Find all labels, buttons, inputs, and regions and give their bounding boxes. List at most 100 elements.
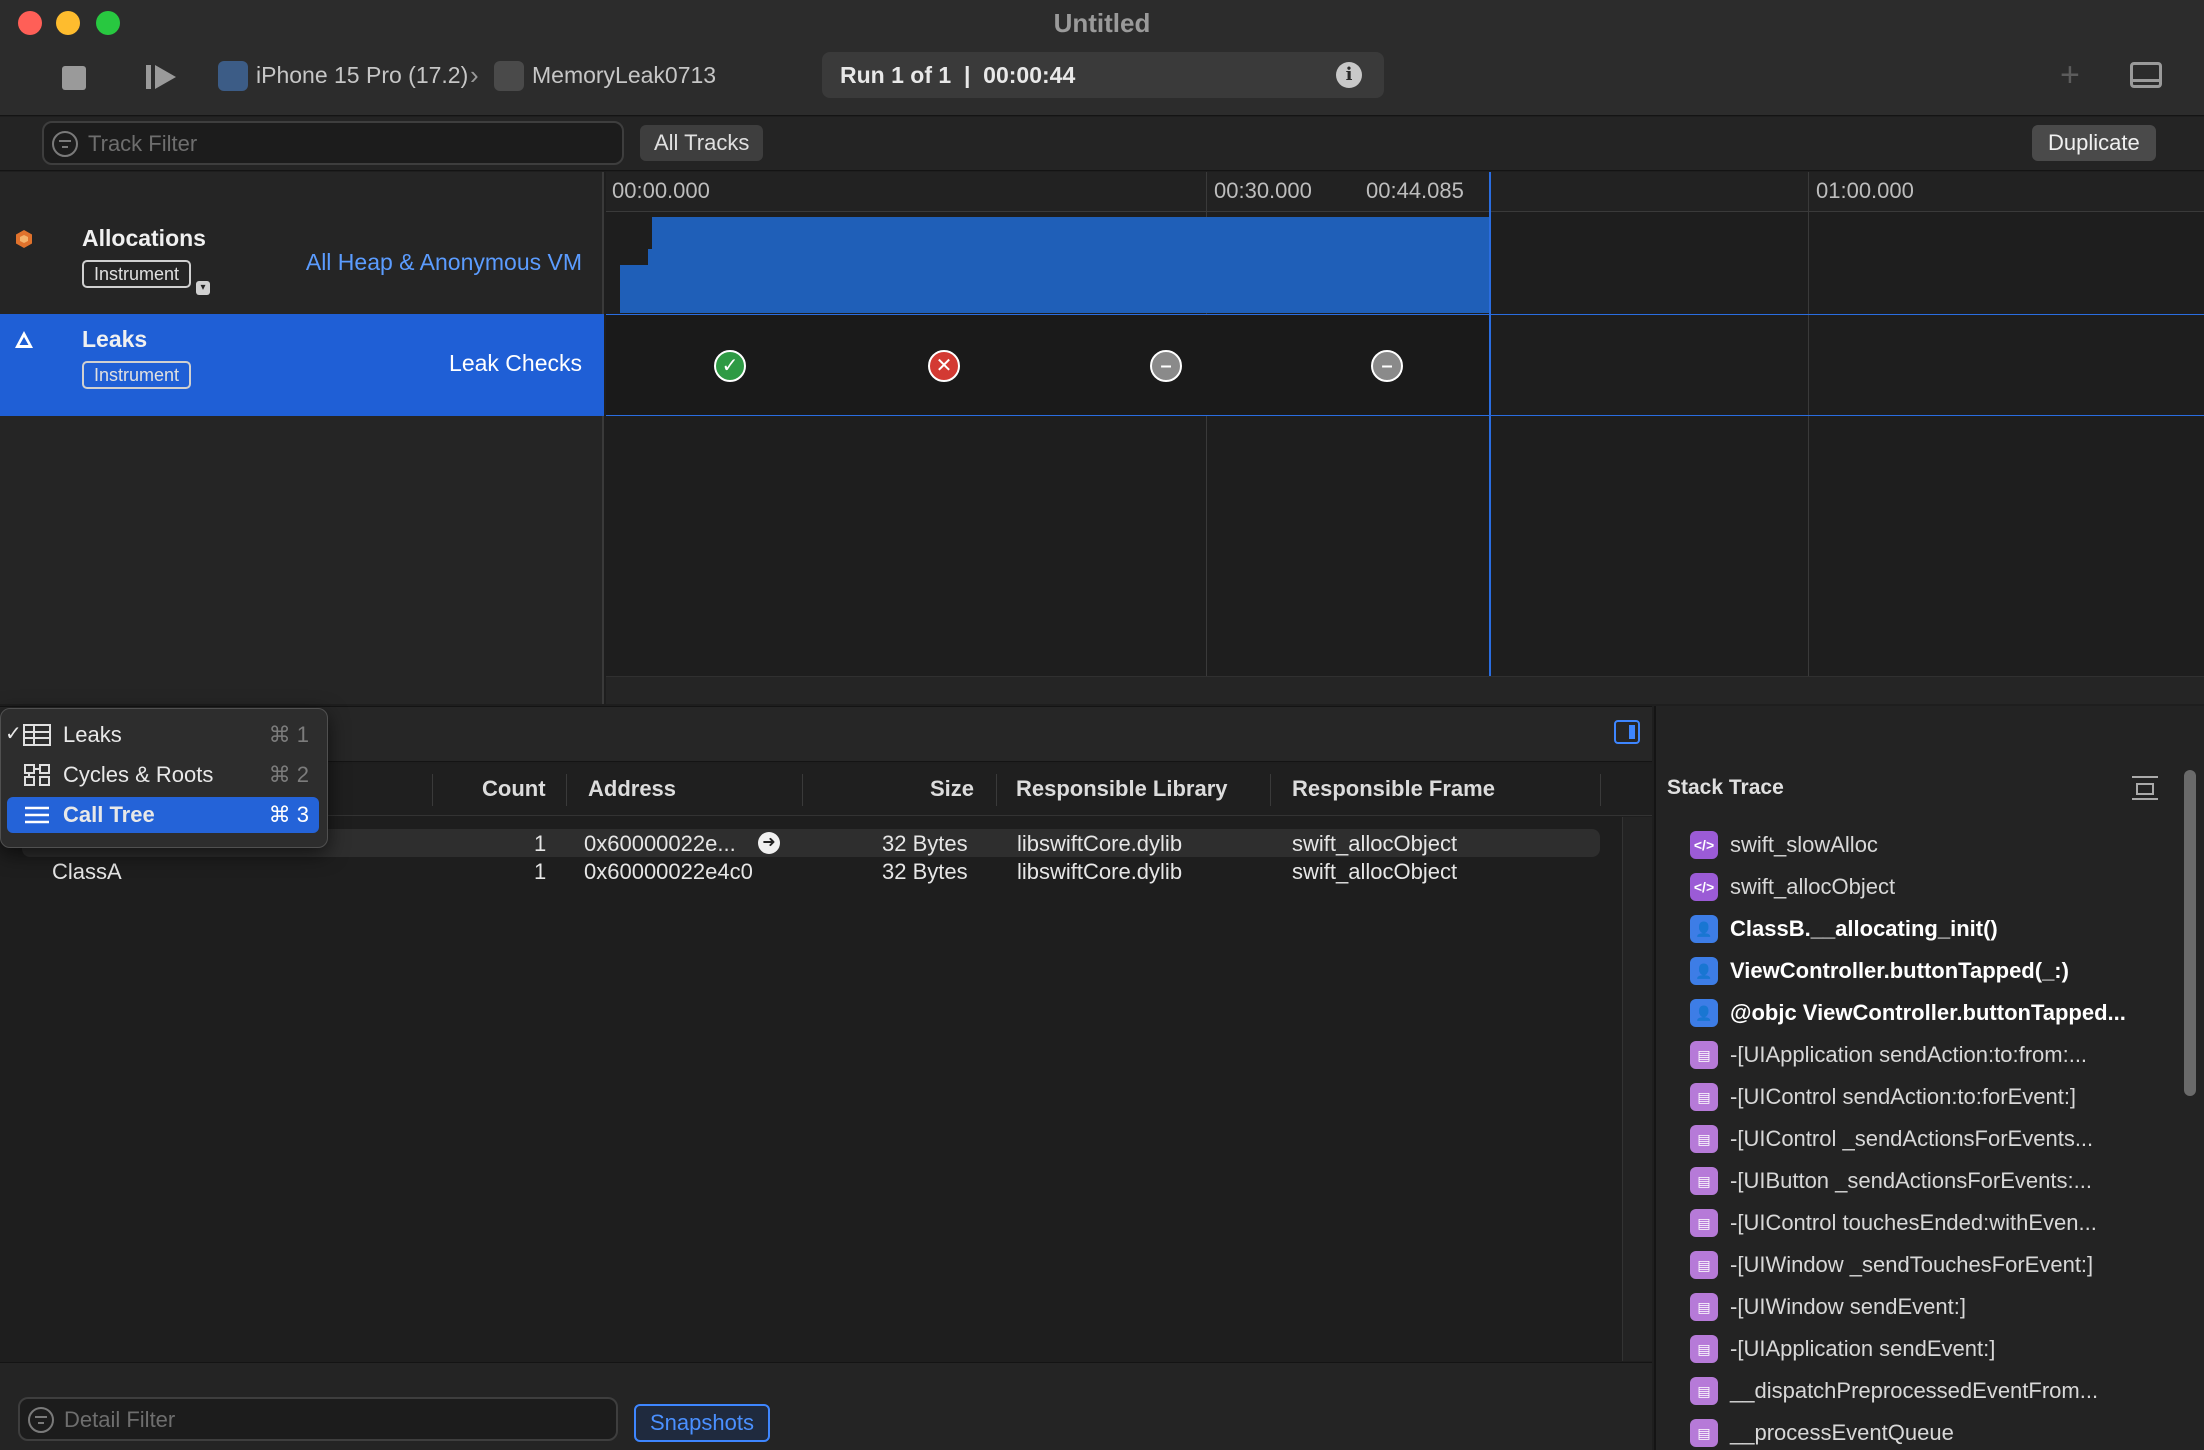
- toggle-detail-panel-icon[interactable]: [2130, 62, 2162, 88]
- table-row[interactable]: ClassA 1 0x60000022e4c0 32 Bytes libswif…: [22, 857, 1600, 885]
- leak-check-leak-icon[interactable]: ✕: [928, 350, 960, 382]
- stop-recording-button[interactable]: [62, 66, 86, 90]
- track-detail-selector[interactable]: Leak Checks: [449, 350, 582, 377]
- record-play-button[interactable]: [146, 62, 178, 92]
- stack-frame[interactable]: 👤 @objc ViewController.buttonTapped...: [1690, 998, 2150, 1028]
- instrument-tag[interactable]: Instrument: [82, 361, 192, 389]
- cell-library: libswiftCore.dylib: [1017, 859, 1183, 884]
- leak-check-none-icon[interactable]: –: [1150, 350, 1182, 382]
- stack-frame[interactable]: ▤ __dispatchPreprocessedEventFrom...: [1690, 1376, 2150, 1406]
- track-filter-input[interactable]: [88, 129, 551, 159]
- cell-size: 32 Bytes: [882, 831, 968, 856]
- stack-frame-label: swift_slowAlloc: [1730, 832, 1878, 857]
- breadcrumb-chevron-icon: ›: [470, 60, 479, 90]
- timeline-scrollbar[interactable]: [606, 676, 2204, 704]
- user-code-icon: 👤: [1690, 915, 1718, 943]
- stack-frame-label: -[UIControl sendAction:to:forEvent:]: [1730, 1084, 2077, 1109]
- leak-check-none-icon[interactable]: –: [1371, 350, 1403, 382]
- ruler-tick: 00:00.000: [612, 178, 710, 203]
- stack-frame[interactable]: ▤ __processEventQueue: [1690, 1418, 2150, 1448]
- stack-frame-label: ViewController.buttonTapped(_:): [1730, 958, 2069, 983]
- menu-item-label: Cycles & Roots: [63, 762, 214, 787]
- column-header-size[interactable]: Size: [930, 776, 974, 802]
- cell-library: libswiftCore.dylib: [1017, 831, 1183, 856]
- detail-filter-input[interactable]: [64, 1405, 541, 1435]
- gridline: [1808, 172, 1809, 704]
- inspector-toggle-icon[interactable]: [1614, 720, 1640, 744]
- code-icon: </>: [1690, 873, 1718, 901]
- menu-item-shortcut: ⌘ 1: [268, 722, 309, 747]
- all-tracks-button[interactable]: All Tracks: [640, 125, 764, 161]
- graph-icon: [24, 764, 50, 786]
- go-to-address-arrow-icon[interactable]: ➜: [758, 832, 780, 854]
- detail-filter-field[interactable]: [18, 1397, 618, 1441]
- duplicate-button[interactable]: Duplicate: [2032, 125, 2156, 161]
- stack-frame[interactable]: ▤ -[UIApplication sendAction:to:from:...: [1690, 1040, 2150, 1070]
- info-icon[interactable]: i: [1336, 62, 1362, 88]
- stack-frame-label: -[UIApplication sendEvent:]: [1730, 1336, 1996, 1361]
- chevron-down-icon[interactable]: ▾: [196, 281, 210, 295]
- target-device-selector[interactable]: iPhone 15 Pro (17.2): [256, 62, 468, 89]
- menu-item-label: Call Tree: [63, 802, 155, 827]
- menu-item-leaks[interactable]: ✓ Leaks ⌘ 1: [5, 717, 319, 753]
- add-instrument-icon[interactable]: +: [2060, 56, 2080, 95]
- instrument-tag[interactable]: Instrument: [82, 260, 192, 288]
- track-filter-field[interactable]: [42, 121, 624, 165]
- snapshots-button[interactable]: Snapshots: [634, 1404, 770, 1442]
- track-detail-selector[interactable]: All Heap & Anonymous VM: [306, 249, 582, 276]
- stack-frame-label: -[UIButton _sendActionsForEvents:...: [1730, 1168, 2092, 1193]
- stack-trace-options-icon[interactable]: [2132, 776, 2158, 800]
- stack-frame[interactable]: </> swift_slowAlloc: [1690, 830, 2150, 860]
- column-divider[interactable]: [1270, 774, 1271, 806]
- target-app-selector[interactable]: MemoryLeak0713: [532, 62, 716, 89]
- framework-icon: ▤: [1690, 1335, 1718, 1363]
- cell-address: 0x60000022e...: [584, 831, 736, 856]
- column-divider[interactable]: [996, 774, 997, 806]
- menu-item-cycles-roots[interactable]: Cycles & Roots ⌘ 2: [7, 757, 319, 793]
- stack-frame-label: -[UIWindow sendEvent:]: [1730, 1294, 1966, 1319]
- leak-check-ok-icon[interactable]: ✓: [714, 350, 746, 382]
- column-header-frame[interactable]: Responsible Frame: [1292, 776, 1495, 802]
- stack-frame[interactable]: ▤ -[UIControl touchesEnded:withEven...: [1690, 1208, 2150, 1238]
- user-code-icon: 👤: [1690, 999, 1718, 1027]
- run-status-label: Run 1 of 1 | 00:00:44: [840, 62, 1076, 88]
- column-divider[interactable]: [1600, 774, 1601, 806]
- track-name: Leaks: [82, 326, 148, 352]
- allocations-graph[interactable]: [620, 213, 1490, 313]
- filter-icon: [28, 1407, 54, 1433]
- stack-frame[interactable]: 👤 ViewController.buttonTapped(_:): [1690, 956, 2150, 986]
- stack-frame-label: -[UIControl _sendActionsForEvents...: [1730, 1126, 2094, 1151]
- stack-frame[interactable]: 👤 ClassB.__allocating_init(): [1690, 914, 2150, 944]
- track-allocations[interactable]: Allocations Instrument ▾ All Heap & Anon…: [0, 213, 604, 313]
- track-name: Allocations: [82, 225, 206, 251]
- stack-trace-scrollbar[interactable]: [2184, 770, 2196, 1096]
- menu-item-call-tree[interactable]: Call Tree ⌘ 3: [7, 797, 319, 833]
- playhead[interactable]: [1489, 172, 1491, 704]
- stack-frame[interactable]: ▤ -[UIApplication sendEvent:]: [1690, 1334, 2150, 1364]
- leaks-table: 1 0x60000022e... ➜ 32 Bytes libswiftCore…: [0, 817, 1622, 1361]
- column-divider[interactable]: [802, 774, 803, 806]
- track-leaks[interactable]: Leaks Instrument Leak Checks: [0, 314, 604, 416]
- stack-frame[interactable]: ▤ -[UIButton _sendActionsForEvents:...: [1690, 1166, 2150, 1196]
- stack-frame[interactable]: ▤ -[UIControl sendAction:to:forEvent:]: [1690, 1082, 2150, 1112]
- stack-frame-label: -[UIControl touchesEnded:withEven...: [1730, 1210, 2097, 1235]
- framework-icon: ▤: [1690, 1125, 1718, 1153]
- column-divider[interactable]: [566, 774, 567, 806]
- column-divider[interactable]: [432, 774, 433, 806]
- stack-frame[interactable]: ▤ -[UIWindow _sendTouchesForEvent:]: [1690, 1250, 2150, 1280]
- stack-frame[interactable]: </> swift_allocObject: [1690, 872, 2150, 902]
- stack-frame[interactable]: ▤ -[UIControl _sendActionsForEvents...: [1690, 1124, 2150, 1154]
- run-status-box[interactable]: Run 1 of 1 | 00:00:44 i: [822, 52, 1384, 98]
- column-header-count[interactable]: Count: [482, 776, 546, 802]
- stack-frame-label: swift_allocObject: [1730, 874, 1896, 899]
- detail-scrollbar[interactable]: [1622, 817, 1652, 1361]
- column-header-address[interactable]: Address: [588, 776, 676, 802]
- code-icon: </>: [1690, 831, 1718, 859]
- stack-trace-title: Stack Trace: [1667, 776, 1784, 799]
- filter-icon: [52, 131, 78, 157]
- column-header-library[interactable]: Responsible Library: [1016, 776, 1228, 802]
- ruler-tick: 01:00.000: [1816, 178, 1914, 203]
- stack-frame[interactable]: ▤ -[UIWindow sendEvent:]: [1690, 1292, 2150, 1322]
- leaks-lane-empty: [1490, 314, 2204, 416]
- time-ruler[interactable]: 00:00.000 00:30.000 00:44.085 01:00.000: [606, 172, 2204, 212]
